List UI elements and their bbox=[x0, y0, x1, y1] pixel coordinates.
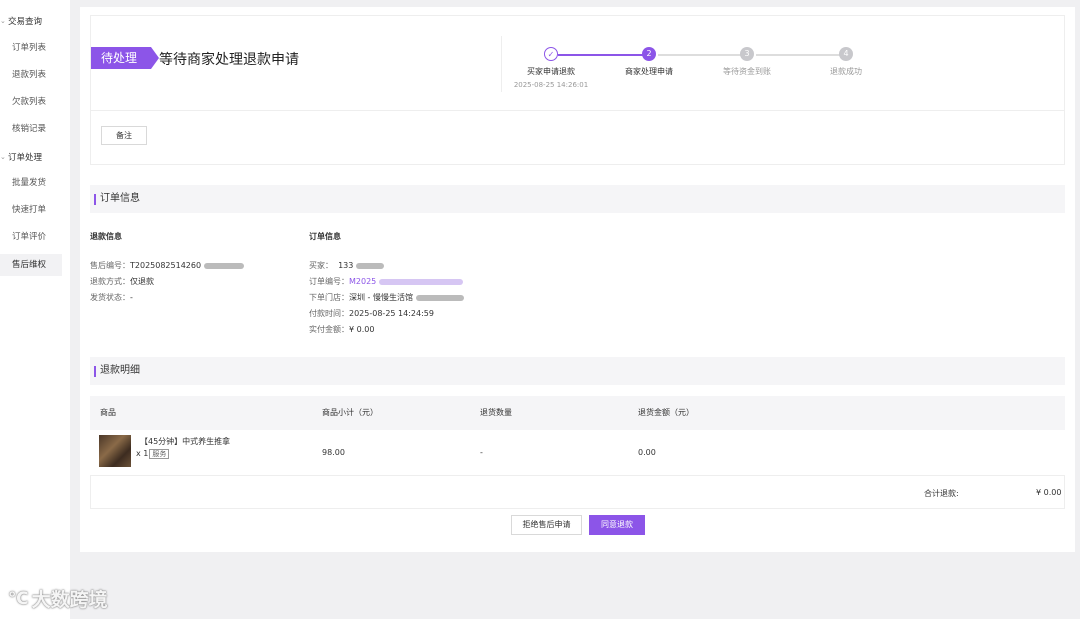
step-number: 3 bbox=[740, 47, 754, 61]
watermark: ℃ 大数跨境 bbox=[8, 585, 108, 612]
sidebar-item-verification-records[interactable]: 核销记录 bbox=[0, 118, 62, 140]
sidebar-item-refund-list[interactable]: 退款列表 bbox=[0, 64, 62, 86]
status-tag: 待处理 bbox=[91, 47, 159, 69]
order-number-row: 订单编号：M2025 bbox=[309, 276, 463, 287]
column-header: 退货数量 bbox=[480, 408, 512, 417]
total-refund-label: 合计退款: bbox=[924, 489, 959, 498]
table-header: 商品 商品小计（元） 退货数量 退货金额（元） bbox=[90, 396, 1065, 430]
column-header: 退货金额（元） bbox=[638, 408, 694, 417]
sidebar-item-order-reviews[interactable]: 订单评价 bbox=[0, 226, 62, 248]
step-label: 退款成功 bbox=[830, 67, 862, 76]
section-header-order-info: 订单信息 bbox=[90, 185, 1065, 213]
step-buyer-request: ✓ 买家申请退款 2025-08-25 14:26:01 bbox=[501, 47, 601, 89]
refund-method-row: 退款方式：仅退款 bbox=[90, 277, 154, 286]
main-panel: 待处理 等待商家处理退款申请 ✓ 买家申请退款 2025-08-25 14:26… bbox=[80, 7, 1075, 552]
step-number: 4 bbox=[839, 47, 853, 61]
reject-after-sales-button[interactable]: 拒绝售后申请 bbox=[511, 515, 582, 535]
logo-icon: ℃ bbox=[8, 588, 29, 609]
nav-group-label: 交易查询 bbox=[8, 17, 43, 27]
status-title: 等待商家处理退款申请 bbox=[159, 52, 299, 68]
product-name[interactable]: 【45分钟】中式养生推拿 bbox=[140, 436, 230, 447]
payment-time-row: 付款时间：2025-08-25 14:24:59 bbox=[309, 309, 434, 318]
buyer-row: 买家： 133 bbox=[309, 260, 384, 271]
product-qty: x 1 bbox=[136, 449, 149, 458]
product-qty-line: x 1 服务 bbox=[136, 449, 170, 459]
table-footer: 合计退款: ¥ 0.00 bbox=[90, 476, 1065, 509]
step-refund-success: 4 退款成功 bbox=[796, 47, 896, 77]
step-label: 买家申请退款 bbox=[527, 67, 575, 76]
sidebar-item-quick-print[interactable]: 快速打单 bbox=[0, 199, 62, 221]
shipping-status-row: 发货状态：- bbox=[90, 293, 133, 302]
product-thumbnail bbox=[99, 435, 131, 467]
note-card: 备注 bbox=[90, 110, 1065, 165]
check-icon: ✓ bbox=[544, 47, 558, 61]
column-header: 商品 bbox=[100, 408, 116, 417]
service-tag: 服务 bbox=[149, 449, 170, 459]
agree-refund-button[interactable]: 同意退款 bbox=[589, 515, 645, 535]
step-merchant-process: 2 商家处理申请 bbox=[599, 47, 699, 77]
store-row: 下单门店：深圳 - 慢慢生活馆 bbox=[309, 292, 464, 303]
sidebar-item-debt-list[interactable]: 欠款列表 bbox=[0, 91, 62, 113]
step-number: 2 bbox=[642, 47, 656, 61]
sidebar-item-batch-shipping[interactable]: 批量发货 bbox=[0, 172, 62, 194]
step-time: 2025-08-25 14:26:01 bbox=[513, 81, 589, 89]
nav-group-transaction-query[interactable]: ⌄ 交易查询 bbox=[0, 15, 42, 27]
status-card: 待处理 等待商家处理退款申请 ✓ 买家申请退款 2025-08-25 14:26… bbox=[90, 15, 1065, 111]
nav-group-label: 订单处理 bbox=[8, 153, 43, 163]
total-refund-value: ¥ 0.00 bbox=[1036, 488, 1062, 497]
column-header: 商品小计（元） bbox=[322, 408, 378, 417]
step-label: 等待资金到账 bbox=[723, 67, 771, 76]
chevron-down-icon: ⌄ bbox=[0, 17, 6, 25]
step-label: 商家处理申请 bbox=[625, 67, 673, 76]
order-info-heading: 订单信息 bbox=[309, 232, 341, 241]
paid-amount-row: 实付金额：¥ 0.00 bbox=[309, 325, 375, 334]
refund-info-heading: 退款信息 bbox=[90, 232, 122, 241]
product-subtotal: 98.00 bbox=[322, 448, 345, 457]
order-number-link[interactable]: M2025 bbox=[349, 277, 376, 286]
section-header-refund-detail: 退款明细 bbox=[90, 357, 1065, 385]
step-awaiting-funds: 3 等待资金到账 bbox=[697, 47, 797, 77]
watermark-text: 大数跨境 bbox=[31, 589, 108, 611]
return-amount: 0.00 bbox=[638, 448, 656, 457]
note-button[interactable]: 备注 bbox=[101, 126, 147, 145]
chevron-down-icon: ⌄ bbox=[0, 153, 6, 161]
redacted bbox=[415, 294, 464, 301]
sidebar-item-order-list[interactable]: 订单列表 bbox=[0, 37, 62, 59]
table-row: 【45分钟】中式养生推拿 x 1 服务 98.00 - 0.00 bbox=[90, 430, 1065, 476]
after-sales-number-row: 售后编号：T2025082514260 bbox=[90, 260, 244, 271]
return-quantity: - bbox=[480, 448, 483, 457]
redacted bbox=[355, 262, 384, 269]
redacted bbox=[378, 278, 463, 285]
sidebar: ⌄ 交易查询 订单列表 退款列表 欠款列表 核销记录 ⌄ 订单处理 批量发货 快… bbox=[0, 0, 70, 619]
sidebar-item-after-sales[interactable]: 售后维权 bbox=[0, 254, 62, 276]
nav-group-order-processing[interactable]: ⌄ 订单处理 bbox=[0, 151, 42, 163]
redacted bbox=[203, 262, 244, 269]
